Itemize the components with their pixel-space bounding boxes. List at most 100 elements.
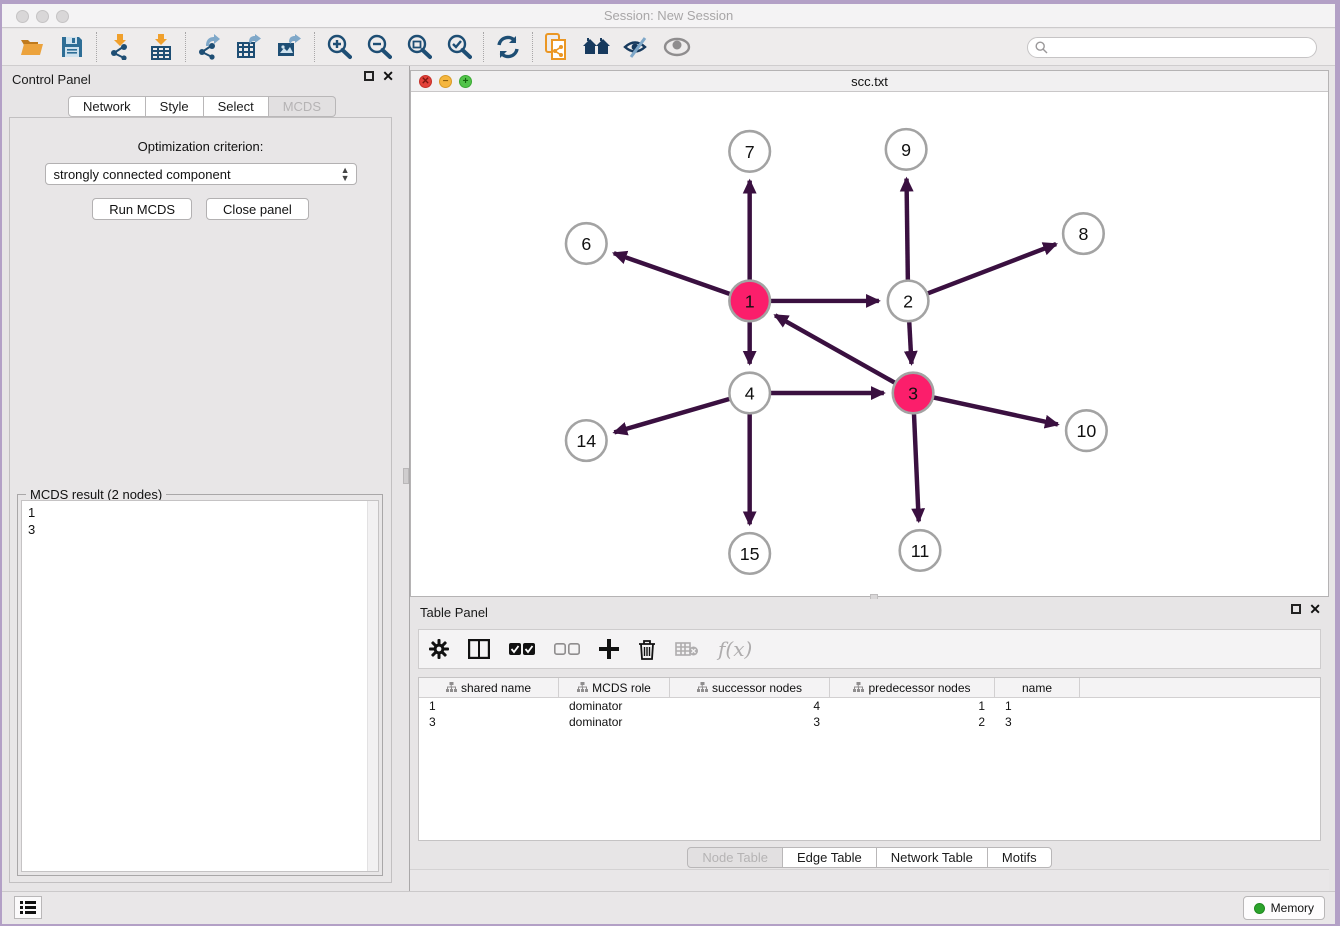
- node-2[interactable]: 2: [888, 281, 929, 322]
- tab-motifs[interactable]: Motifs: [988, 847, 1052, 868]
- status-bar: Memory: [2, 891, 1335, 924]
- column-header-shared-name[interactable]: shared name: [419, 678, 559, 697]
- cell-predecessor-nodes[interactable]: 2: [830, 714, 995, 730]
- float-panel-icon[interactable]: [364, 71, 374, 81]
- edge-3-1[interactable]: [775, 315, 894, 382]
- cell-MCDS-role[interactable]: dominator: [559, 698, 670, 714]
- application-window: Session: New Session: [2, 4, 1335, 924]
- result-scrollbar[interactable]: [367, 501, 378, 871]
- split-view-icon[interactable]: [468, 639, 490, 659]
- hierarchy-icon: [446, 682, 457, 693]
- tab-mcds[interactable]: MCDS: [269, 96, 336, 117]
- cell-predecessor-nodes[interactable]: 1: [830, 698, 995, 714]
- add-column-icon[interactable]: [599, 639, 619, 659]
- table-row[interactable]: 3dominator323: [419, 714, 1320, 730]
- import-network-icon[interactable]: [101, 31, 141, 63]
- svg-text:4: 4: [745, 383, 755, 403]
- window-title: Session: New Session: [2, 8, 1335, 23]
- node-10[interactable]: 10: [1066, 410, 1107, 451]
- column-header-MCDS-role[interactable]: MCDS role: [559, 678, 670, 697]
- splitter-handle[interactable]: [403, 468, 409, 484]
- toolbar-separator: [532, 32, 533, 62]
- run-mcds-button[interactable]: Run MCDS: [92, 198, 192, 220]
- cell-name[interactable]: 1: [995, 698, 1080, 714]
- float-table-panel-icon[interactable]: [1291, 604, 1301, 614]
- cell-shared-name[interactable]: 3: [419, 714, 559, 730]
- table-panel: Table Panel ✕: [410, 599, 1329, 891]
- node-3[interactable]: 3: [893, 373, 934, 414]
- toolbar-separator: [185, 32, 186, 62]
- hierarchy-icon: [697, 682, 708, 693]
- cell-name[interactable]: 3: [995, 714, 1080, 730]
- tab-network[interactable]: Network: [68, 96, 146, 117]
- node-1[interactable]: 1: [729, 281, 770, 322]
- export-table-icon[interactable]: [230, 31, 270, 63]
- tab-select[interactable]: Select: [204, 96, 269, 117]
- delete-column-icon[interactable]: [638, 639, 656, 660]
- cell-successor-nodes[interactable]: 3: [670, 714, 830, 730]
- task-history-button[interactable]: [14, 896, 42, 919]
- open-session-icon[interactable]: [12, 31, 52, 63]
- copy-network-icon[interactable]: [537, 31, 577, 63]
- svg-text:1: 1: [745, 291, 755, 311]
- show-all-icon[interactable]: [657, 31, 697, 63]
- close-panel-button[interactable]: Close panel: [206, 198, 309, 220]
- search-input[interactable]: [1027, 37, 1317, 58]
- edge-2-8[interactable]: [928, 244, 1056, 293]
- tab-style[interactable]: Style: [146, 96, 204, 117]
- tab-node-table[interactable]: Node Table: [687, 847, 783, 868]
- edge-4-14[interactable]: [614, 399, 729, 432]
- deselect-all-icon[interactable]: [554, 643, 580, 656]
- column-header-name[interactable]: name: [995, 678, 1080, 697]
- node-4[interactable]: 4: [729, 373, 770, 414]
- home-layout-icon[interactable]: [577, 31, 617, 63]
- tab-edge-table[interactable]: Edge Table: [783, 847, 877, 868]
- node-8[interactable]: 8: [1063, 213, 1104, 254]
- save-session-icon[interactable]: [52, 31, 92, 63]
- close-table-panel-icon[interactable]: ✕: [1309, 604, 1321, 614]
- zoom-fit-icon[interactable]: [399, 31, 439, 63]
- mcds-result-text[interactable]: 1 3: [21, 500, 379, 872]
- zoom-out-icon[interactable]: [359, 31, 399, 63]
- column-header-successor-nodes[interactable]: successor nodes: [670, 678, 830, 697]
- svg-text:6: 6: [581, 234, 591, 254]
- memory-button[interactable]: Memory: [1243, 896, 1325, 920]
- select-all-icon[interactable]: [509, 643, 535, 656]
- tab-network-table[interactable]: Network Table: [877, 847, 988, 868]
- optimization-criterion-select[interactable]: strongly connected component ▲▼: [45, 163, 357, 185]
- hide-selected-icon[interactable]: [617, 31, 657, 63]
- edge-1-6[interactable]: [614, 253, 730, 294]
- node-11[interactable]: 11: [900, 530, 941, 571]
- node-6[interactable]: 6: [566, 223, 607, 264]
- zoom-in-icon[interactable]: [319, 31, 359, 63]
- export-network-icon[interactable]: [190, 31, 230, 63]
- zoom-selected-icon[interactable]: [439, 31, 479, 63]
- cell-successor-nodes[interactable]: 4: [670, 698, 830, 714]
- node-14[interactable]: 14: [566, 420, 607, 461]
- function-builder-icon[interactable]: f(x): [718, 637, 752, 661]
- node-9[interactable]: 9: [886, 129, 927, 170]
- close-panel-icon[interactable]: ✕: [382, 71, 394, 81]
- export-image-icon[interactable]: [270, 31, 310, 63]
- svg-text:10: 10: [1076, 421, 1096, 441]
- node-table[interactable]: shared nameMCDS rolesuccessor nodesprede…: [418, 677, 1321, 841]
- network-graph[interactable]: 7 9 6 8 1 2 4 3 14 10 15 11: [411, 92, 1328, 596]
- edge-3-11[interactable]: [914, 414, 919, 521]
- cell-MCDS-role[interactable]: dominator: [559, 714, 670, 730]
- import-table-icon[interactable]: [141, 31, 181, 63]
- task-list-icon: [20, 901, 36, 914]
- column-header-predecessor-nodes[interactable]: predecessor nodes: [830, 678, 995, 697]
- node-7[interactable]: 7: [729, 131, 770, 172]
- vertical-splitter[interactable]: [402, 66, 410, 891]
- edge-2-3[interactable]: [909, 322, 911, 364]
- delete-table-icon[interactable]: [675, 641, 699, 657]
- settings-gear-icon[interactable]: [429, 639, 449, 659]
- main-toolbar: [2, 29, 1335, 66]
- node-15[interactable]: 15: [729, 533, 770, 574]
- network-canvas[interactable]: 7 9 6 8 1 2 4 3 14 10 15 11: [411, 92, 1328, 596]
- table-row[interactable]: 1dominator411: [419, 698, 1320, 714]
- edge-2-9[interactable]: [907, 179, 908, 280]
- cell-shared-name[interactable]: 1: [419, 698, 559, 714]
- edge-3-10[interactable]: [934, 398, 1058, 425]
- refresh-view-icon[interactable]: [488, 31, 528, 63]
